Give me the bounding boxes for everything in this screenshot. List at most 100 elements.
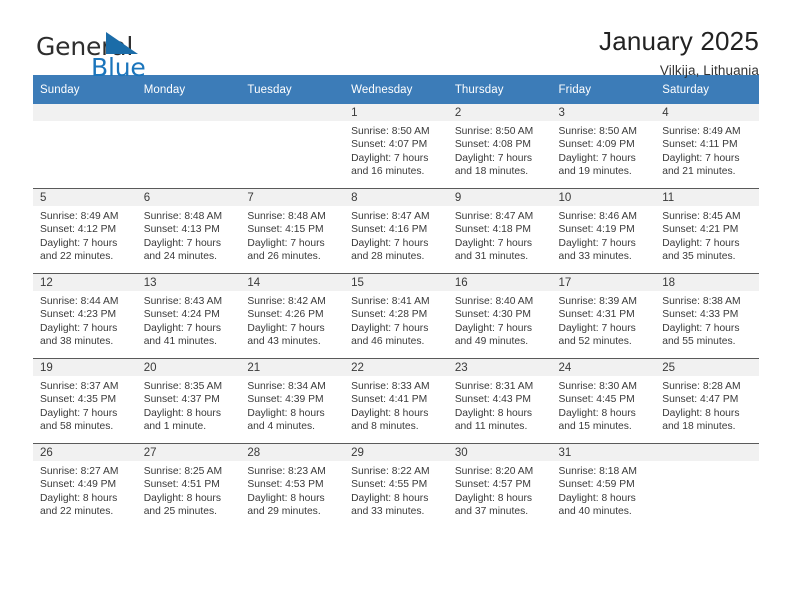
sunrise-text: Sunrise: 8:50 AM xyxy=(454,126,534,137)
day-cell[interactable]: 30 Sunrise: 8:20 AM Sunset: 4:57 PM Dayligh… xyxy=(447,444,552,528)
day-details: Sunrise: 8:37 AM Sunset: 4:35 PM Daylight:… xyxy=(33,376,137,434)
sunrise-text: Sunrise: 8:47 AM xyxy=(351,211,430,222)
day-number: 25 xyxy=(655,359,759,376)
day-number: 23 xyxy=(447,359,552,376)
day-cell[interactable]: 7 Sunrise: 8:48 AM Sunset: 4:15 PM Daylight… xyxy=(240,189,345,273)
calendar-week-row: 19 Sunrise: 8:37 AM Sunset: 4:35 PM Dayligh… xyxy=(33,358,759,444)
sunset-text: Sunset: 4:51 PM xyxy=(143,479,220,491)
day-number: 15 xyxy=(344,274,448,291)
general-blue-logo[interactable]: General Blue xyxy=(33,26,203,82)
day-cell[interactable]: 24 Sunrise: 8:30 AM Sunset: 4:45 PM Dayligh… xyxy=(551,359,656,443)
day-cell[interactable]: 17 Sunrise: 8:39 AM Sunset: 4:31 PM Dayligh… xyxy=(551,274,656,358)
day-cell[interactable]: 25 Sunrise: 8:28 AM Sunset: 4:47 PM Dayligh… xyxy=(655,359,759,443)
day-details: Sunrise: 8:40 AM Sunset: 4:30 PM Daylight:… xyxy=(448,291,552,349)
calendar-week-row: 26 Sunrise: 8:27 AM Sunset: 4:49 PM Dayligh… xyxy=(33,443,759,528)
calendar-cell: 4 Sunrise: 8:49 AM Sunset: 4:11 PM Daylight… xyxy=(655,104,759,189)
daylight-text: and 29 minutes. xyxy=(247,506,321,518)
daylight-text: and 52 minutes. xyxy=(558,336,632,348)
day-cell[interactable]: 4 Sunrise: 8:49 AM Sunset: 4:11 PM Daylight… xyxy=(655,104,759,188)
day-cell[interactable]: 22 Sunrise: 8:33 AM Sunset: 4:41 PM Dayligh… xyxy=(344,359,448,443)
calendar-cell: 1 Sunrise: 8:50 AM Sunset: 4:07 PM Daylight… xyxy=(344,104,448,189)
day-number: 4 xyxy=(655,104,759,121)
day-details: Sunrise: 8:35 AM Sunset: 4:37 PM Daylight:… xyxy=(137,376,241,434)
day-number: 21 xyxy=(240,359,345,376)
day-cell[interactable]: 29 Sunrise: 8:22 AM Sunset: 4:55 PM Dayligh… xyxy=(344,444,448,528)
daylight-text: and 22 minutes. xyxy=(40,506,114,518)
calendar-cell: 19 Sunrise: 8:37 AM Sunset: 4:35 PM Dayligh… xyxy=(33,358,137,444)
day-cell[interactable]: 3 Sunrise: 8:50 AM Sunset: 4:09 PM Daylight… xyxy=(551,104,656,188)
sunrise-text: Sunrise: 8:44 AM xyxy=(40,296,119,307)
day-cell[interactable]: 12 Sunrise: 8:44 AM Sunset: 4:23 PM Dayligh… xyxy=(33,274,137,358)
day-number: 8 xyxy=(344,189,448,206)
daylight-text: and 31 minutes. xyxy=(454,251,529,263)
day-cell[interactable]: 19 Sunrise: 8:37 AM Sunset: 4:35 PM Dayligh… xyxy=(33,359,137,443)
day-number xyxy=(136,104,241,121)
calendar-cell: 6 Sunrise: 8:48 AM Sunset: 4:13 PM Daylight… xyxy=(136,188,241,274)
sunset-text: Sunset: 4:26 PM xyxy=(247,309,324,321)
calendar-cell: 21 Sunrise: 8:34 AM Sunset: 4:39 PM Dayligh… xyxy=(240,358,345,444)
day-number: 29 xyxy=(344,444,448,461)
day-number: 26 xyxy=(33,444,137,461)
daylight-text: and 19 minutes. xyxy=(558,166,632,178)
sunrise-text: Sunrise: 8:50 AM xyxy=(558,126,637,137)
day-number: 31 xyxy=(551,444,656,461)
day-cell[interactable]: 9 Sunrise: 8:47 AM Sunset: 4:18 PM Daylight… xyxy=(447,189,552,273)
sunset-text: Sunset: 4:47 PM xyxy=(662,394,739,406)
sunset-text: Sunset: 4:59 PM xyxy=(558,479,635,491)
location-subtitle: Vilkija, Lithuania xyxy=(659,63,759,78)
day-cell[interactable]: 8 Sunrise: 8:47 AM Sunset: 4:16 PM Daylight… xyxy=(344,189,448,273)
day-cell[interactable]: 21 Sunrise: 8:34 AM Sunset: 4:39 PM Dayligh… xyxy=(240,359,345,443)
daylight-text: and 41 minutes. xyxy=(143,336,217,348)
calendar-cell: 27 Sunrise: 8:25 AM Sunset: 4:51 PM Dayligh… xyxy=(136,443,241,528)
day-cell[interactable]: 31 Sunrise: 8:18 AM Sunset: 4:59 PM Dayligh… xyxy=(551,444,656,528)
day-cell[interactable]: 14 Sunrise: 8:42 AM Sunset: 4:26 PM Dayligh… xyxy=(240,274,345,358)
day-cell[interactable]: 10 Sunrise: 8:46 AM Sunset: 4:19 PM Dayligh… xyxy=(551,189,656,273)
calendar-cell: 3 Sunrise: 8:50 AM Sunset: 4:09 PM Daylight… xyxy=(551,104,656,189)
daylight-text: and 40 minutes. xyxy=(558,506,632,518)
calendar-cell: 18 Sunrise: 8:38 AM Sunset: 4:33 PM Dayligh… xyxy=(655,273,759,359)
daylight-text: Daylight: 7 hours xyxy=(143,237,221,249)
day-cell[interactable]: 23 Sunrise: 8:31 AM Sunset: 4:43 PM Dayligh… xyxy=(447,359,552,443)
day-cell[interactable]: 11 Sunrise: 8:45 AM Sunset: 4:21 PM Dayligh… xyxy=(655,189,759,273)
daylight-text: and 16 minutes. xyxy=(351,166,425,178)
day-cell[interactable]: 18 Sunrise: 8:38 AM Sunset: 4:33 PM Dayligh… xyxy=(655,274,759,358)
day-number: 14 xyxy=(240,274,345,291)
daylight-text: Daylight: 7 hours xyxy=(662,237,740,249)
calendar-cell: 7 Sunrise: 8:48 AM Sunset: 4:15 PM Daylight… xyxy=(240,188,345,274)
day-cell[interactable]: 1 Sunrise: 8:50 AM Sunset: 4:07 PM Daylight… xyxy=(344,104,448,188)
sunrise-text: Sunrise: 8:30 AM xyxy=(558,381,637,392)
sunrise-text: Sunrise: 8:42 AM xyxy=(247,296,326,307)
day-cell[interactable]: 28 Sunrise: 8:23 AM Sunset: 4:53 PM Dayligh… xyxy=(240,444,345,528)
daylight-text: Daylight: 8 hours xyxy=(247,407,325,419)
day-cell[interactable]: 5 Sunrise: 8:49 AM Sunset: 4:12 PM Daylight… xyxy=(33,189,137,273)
day-cell[interactable]: 20 Sunrise: 8:35 AM Sunset: 4:37 PM Dayligh… xyxy=(136,359,241,443)
calendar-cell: 13 Sunrise: 8:43 AM Sunset: 4:24 PM Dayligh… xyxy=(136,273,241,359)
daylight-text: Daylight: 7 hours xyxy=(40,322,118,334)
sunrise-text: Sunrise: 8:41 AM xyxy=(351,296,430,307)
day-cell[interactable]: 16 Sunrise: 8:40 AM Sunset: 4:30 PM Dayligh… xyxy=(447,274,552,358)
sunset-text: Sunset: 4:15 PM xyxy=(247,224,324,236)
daylight-text: Daylight: 7 hours xyxy=(247,322,325,334)
day-details: Sunrise: 8:39 AM Sunset: 4:31 PM Daylight:… xyxy=(552,291,656,349)
day-cell[interactable]: 27 Sunrise: 8:25 AM Sunset: 4:51 PM Dayligh… xyxy=(136,444,241,528)
day-details: Sunrise: 8:49 AM Sunset: 4:11 PM Daylight:… xyxy=(655,121,759,179)
day-number: 19 xyxy=(33,359,137,376)
calendar-cell xyxy=(655,443,759,528)
day-cell[interactable]: 15 Sunrise: 8:41 AM Sunset: 4:28 PM Dayligh… xyxy=(344,274,448,358)
day-cell[interactable]: 6 Sunrise: 8:48 AM Sunset: 4:13 PM Daylight… xyxy=(136,189,241,273)
day-details: Sunrise: 8:31 AM Sunset: 4:43 PM Daylight:… xyxy=(448,376,552,434)
sunrise-text: Sunrise: 8:31 AM xyxy=(454,381,534,392)
daylight-text: and 55 minutes. xyxy=(662,336,736,348)
calendar-week-row: 12 Sunrise: 8:44 AM Sunset: 4:23 PM Dayligh… xyxy=(33,273,759,359)
day-details: Sunrise: 8:45 AM Sunset: 4:21 PM Daylight:… xyxy=(655,206,759,264)
day-cell[interactable]: 2 Sunrise: 8:50 AM Sunset: 4:08 PM Daylight… xyxy=(447,104,552,188)
logo-text-blue: Blue xyxy=(91,53,146,82)
day-details: Sunrise: 8:27 AM Sunset: 4:49 PM Daylight:… xyxy=(33,461,137,519)
daylight-text: and 21 minutes. xyxy=(662,166,736,178)
sunrise-text: Sunrise: 8:38 AM xyxy=(662,296,741,307)
day-cell[interactable]: 26 Sunrise: 8:27 AM Sunset: 4:49 PM Dayligh… xyxy=(33,444,137,528)
calendar-cell: 31 Sunrise: 8:18 AM Sunset: 4:59 PM Dayligh… xyxy=(551,443,656,528)
day-cell[interactable]: 13 Sunrise: 8:43 AM Sunset: 4:24 PM Dayligh… xyxy=(136,274,241,358)
calendar-cell: 23 Sunrise: 8:31 AM Sunset: 4:43 PM Dayligh… xyxy=(447,358,552,444)
day-number: 5 xyxy=(33,189,137,206)
